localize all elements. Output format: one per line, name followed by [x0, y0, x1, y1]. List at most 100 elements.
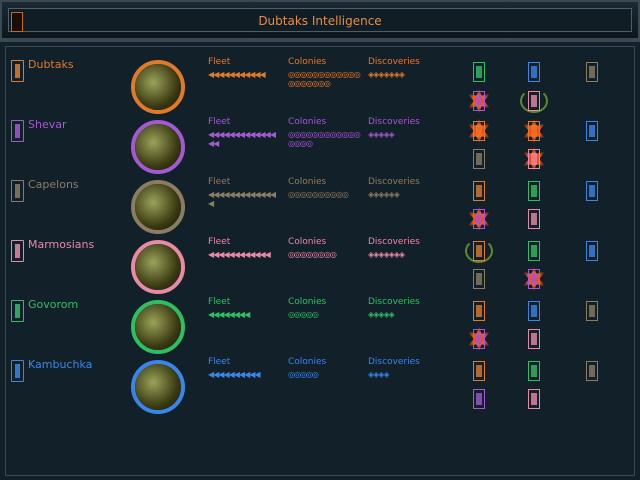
title-bar: Dubtaks Intelligence	[0, 0, 640, 40]
race-portrait[interactable]	[131, 240, 185, 294]
colony-count: ◎◎◎◎◎	[288, 310, 319, 319]
race-emblem-icon	[528, 269, 540, 289]
race-emblem-icon	[11, 120, 24, 142]
relation-peace[interactable]	[583, 361, 601, 387]
colony-count: ◎◎◎◎◎◎◎◎◎◎◎◎◎◎◎◎	[288, 130, 361, 148]
relation-peace[interactable]	[525, 301, 543, 327]
fleet-strength: ◀◀◀◀◀◀◀◀	[208, 310, 250, 319]
race-emblem-icon	[528, 121, 540, 141]
race-portrait[interactable]	[131, 60, 185, 114]
race-row[interactable]: Kambuchka Fleet Colonies Discoveries ◀◀◀◀◀◀◀…	[0, 350, 640, 414]
relation-peace[interactable]	[525, 181, 543, 207]
colony-count: ◎◎◎◎◎◎◎◎◎◎	[288, 190, 349, 199]
colony-count: ◎◎◎◎◎	[288, 370, 319, 379]
relation-alliance[interactable]	[465, 239, 493, 267]
race-emblem-icon	[528, 361, 540, 381]
relation-peace[interactable]	[525, 361, 543, 387]
race-emblem-icon	[528, 91, 540, 111]
fleet-label: Fleet	[208, 297, 231, 307]
colonies-label: Colonies	[288, 357, 327, 367]
discovery-count: ◈◈◈◈◈◈◈	[368, 250, 405, 259]
fleet-label: Fleet	[208, 57, 231, 67]
race-name[interactable]: Capelons	[28, 178, 79, 191]
race-emblem-icon	[586, 301, 598, 321]
race-name[interactable]: Marmosians	[28, 238, 94, 251]
race-emblem-icon	[528, 389, 540, 409]
relation-peace[interactable]	[583, 181, 601, 207]
race-emblem-icon	[473, 149, 485, 169]
relation-peace[interactable]	[583, 301, 601, 327]
discovery-count: ◈◈◈◈◈	[368, 130, 395, 139]
discovery-count: ◈◈◈◈◈	[368, 310, 395, 319]
race-emblem-icon	[11, 360, 24, 382]
fleet-strength: ◀◀◀◀◀◀◀◀◀◀◀◀◀◀	[208, 190, 276, 208]
race-emblem-icon	[586, 181, 598, 201]
relation-peace[interactable]	[470, 62, 488, 88]
relation-peace[interactable]	[470, 361, 488, 387]
race-emblem-icon	[473, 389, 485, 409]
race-emblem-icon	[11, 300, 24, 322]
race-row[interactable]: Govorom Fleet Colonies Discoveries ◀◀◀◀◀◀◀◀ ◎…	[0, 290, 640, 354]
race-emblem-icon	[586, 121, 598, 141]
relation-peace[interactable]	[583, 62, 601, 88]
race-emblem-icon	[11, 180, 24, 202]
intelligence-panel: Dubtaks Fleet Colonies Discoveries ◀◀◀◀◀◀◀◀◀…	[0, 40, 640, 480]
race-emblem-icon	[473, 329, 485, 349]
relation-war[interactable]	[467, 118, 491, 147]
discovery-count: ◈◈◈◈◈◈	[368, 190, 400, 199]
race-emblem-icon	[528, 209, 540, 229]
discovery-count: ◈◈◈◈◈◈◈	[368, 70, 405, 79]
race-emblem-icon	[528, 329, 540, 349]
race-emblem-icon	[528, 181, 540, 201]
relation-peace[interactable]	[470, 389, 488, 415]
discoveries-label: Discoveries	[368, 117, 420, 127]
race-row[interactable]: Shevar Fleet Colonies Discoveries ◀◀◀◀◀◀◀◀◀◀…	[0, 110, 640, 174]
relation-peace[interactable]	[583, 121, 601, 147]
race-emblem-icon	[473, 209, 485, 229]
race-emblem-icon	[528, 241, 540, 261]
race-name[interactable]: Dubtaks	[28, 58, 74, 71]
relation-peace[interactable]	[583, 241, 601, 267]
race-emblem-icon	[528, 301, 540, 321]
race-portrait[interactable]	[131, 180, 185, 234]
race-row[interactable]: Capelons Fleet Colonies Discoveries ◀◀◀◀◀◀◀◀…	[0, 170, 640, 234]
fleet-strength: ◀◀◀◀◀◀◀◀◀◀◀◀◀◀◀	[208, 130, 276, 148]
race-emblem-icon	[528, 62, 540, 82]
race-emblem-icon	[473, 301, 485, 321]
relation-peace[interactable]	[525, 241, 543, 267]
fleet-strength: ◀◀◀◀◀◀◀◀◀◀◀	[208, 70, 266, 79]
relation-war[interactable]	[522, 118, 546, 147]
race-emblem-icon	[11, 60, 24, 82]
relation-peace[interactable]	[470, 181, 488, 207]
race-row[interactable]: Marmosians Fleet Colonies Discoveries ◀◀◀◀◀◀…	[0, 230, 640, 294]
colonies-label: Colonies	[288, 57, 327, 67]
race-emblem-icon	[473, 181, 485, 201]
colony-count: ◎◎◎◎◎◎◎◎	[288, 250, 337, 259]
race-name[interactable]: Shevar	[28, 118, 67, 131]
fleet-strength: ◀◀◀◀◀◀◀◀◀◀	[208, 370, 261, 379]
race-portrait[interactable]	[131, 300, 185, 354]
colonies-label: Colonies	[288, 297, 327, 307]
race-emblem-icon	[473, 361, 485, 381]
relation-peace[interactable]	[525, 62, 543, 88]
race-portrait-image	[135, 64, 181, 110]
fleet-label: Fleet	[208, 117, 231, 127]
colonies-label: Colonies	[288, 117, 327, 127]
race-row[interactable]: Dubtaks Fleet Colonies Discoveries ◀◀◀◀◀◀◀◀◀…	[0, 50, 640, 114]
race-portrait-image	[135, 304, 181, 350]
race-emblem-icon	[586, 361, 598, 381]
race-portrait-image	[135, 184, 181, 230]
relation-peace[interactable]	[470, 301, 488, 327]
race-emblem-icon	[528, 149, 540, 169]
race-emblem-icon	[473, 91, 485, 111]
discoveries-label: Discoveries	[368, 57, 420, 67]
race-emblem-icon	[586, 62, 598, 82]
race-name[interactable]: Govorom	[28, 298, 78, 311]
race-portrait[interactable]	[131, 360, 185, 414]
race-emblem-icon	[473, 241, 485, 261]
race-portrait[interactable]	[131, 120, 185, 174]
race-name[interactable]: Kambuchka	[28, 358, 92, 371]
race-emblem-icon	[586, 241, 598, 261]
relation-peace[interactable]	[525, 389, 543, 415]
discoveries-label: Discoveries	[368, 297, 420, 307]
